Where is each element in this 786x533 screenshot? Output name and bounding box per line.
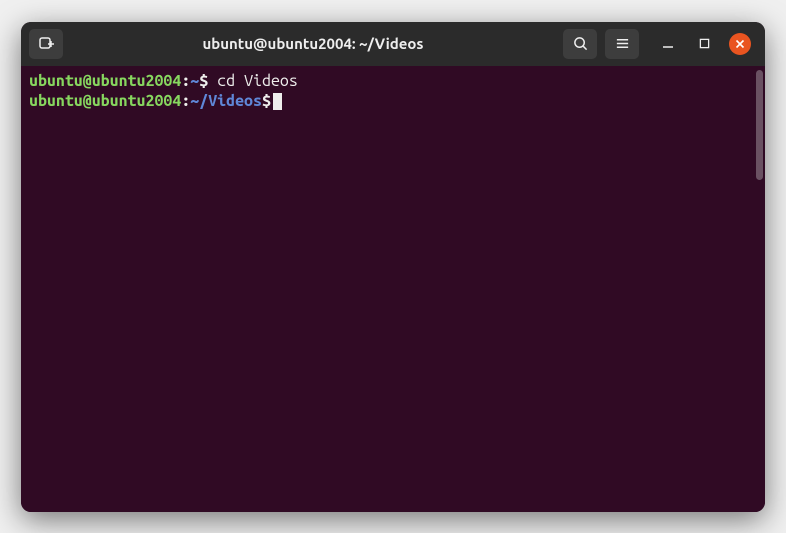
prompt-dollar: $ [262,92,271,110]
cursor [273,93,282,110]
prompt-dollar: $ [199,72,208,90]
new-tab-button[interactable] [29,29,63,59]
prompt-colon: : [181,92,190,110]
close-icon [735,39,745,49]
terminal-line-1: ubuntu@ubuntu2004:~$ cd Videos [29,71,757,91]
titlebar-right [563,29,757,59]
prompt-userhost: ubuntu@ubuntu2004 [29,72,181,90]
minimize-button[interactable] [657,33,679,55]
new-tab-icon [38,36,54,52]
window-controls [657,33,751,55]
search-button[interactable] [563,29,597,59]
terminal-line-2: ubuntu@ubuntu2004:~/Videos$ [29,91,757,111]
prompt-colon: : [181,72,190,90]
search-icon [573,36,588,51]
hamburger-icon [615,36,630,51]
prompt-path: ~/Videos [190,92,262,110]
prompt-userhost: ubuntu@ubuntu2004 [29,92,181,110]
close-button[interactable] [729,33,751,55]
maximize-button[interactable] [693,33,715,55]
command-text: cd Videos [208,72,298,90]
terminal-body[interactable]: ubuntu@ubuntu2004:~$ cd Videos ubuntu@ub… [21,66,765,512]
window-title: ubuntu@ubuntu2004: ~/Videos [69,35,557,52]
menu-button[interactable] [605,29,639,59]
terminal-window: ubuntu@ubuntu2004: ~/Videos [21,22,765,512]
scrollbar[interactable] [756,70,763,180]
prompt-path: ~ [190,72,199,90]
maximize-icon [699,38,710,49]
titlebar-left [29,29,63,59]
titlebar: ubuntu@ubuntu2004: ~/Videos [21,22,765,66]
minimize-icon [662,38,674,50]
